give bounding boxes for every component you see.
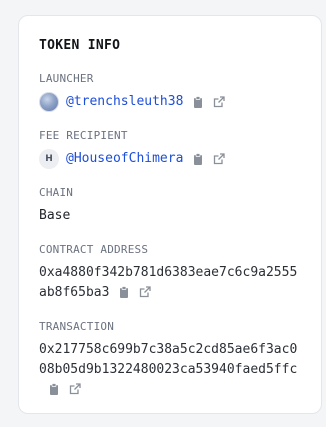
fee-recipient-section: FEE RECIPIENT H @HouseofChimera [39,129,301,169]
fee-recipient-label: FEE RECIPIENT [39,129,128,142]
fee-recipient-row: H @HouseofChimera [39,149,301,169]
launcher-section: LAUNCHER @trenchsleuth38 [39,72,301,112]
external-link-icon[interactable] [139,286,152,298]
fee-recipient-avatar: H [39,149,59,169]
contract-address-label: CONTRACT ADDRESS [39,243,149,256]
contract-address-value: 0xa4880f342b781d6383eae7c6c9a2555ab8f65b… [39,265,298,300]
clipboard-icon[interactable] [192,153,204,165]
token-info-card: TOKEN INFO LAUNCHER @trenchsleuth38 FEE … [18,15,322,414]
external-link-icon[interactable] [213,153,226,165]
launcher-label: LAUNCHER [39,72,94,85]
chain-value: Base [39,208,71,223]
launcher-handle-link[interactable]: @trenchsleuth38 [66,92,183,112]
transaction-section: TRANSACTION 0x217758c699b7c38a5c2cd85ae6… [39,320,301,400]
chain-label: CHAIN [39,186,74,199]
launcher-row: @trenchsleuth38 [39,92,301,112]
launcher-avatar [39,92,59,112]
external-link-icon[interactable] [69,383,81,395]
clipboard-icon[interactable] [192,96,204,108]
clipboard-icon[interactable] [118,286,130,298]
chain-section: CHAIN Base [39,186,301,226]
contract-address-block: 0xa4880f342b781d6383eae7c6c9a2555ab8f65b… [39,263,305,303]
fee-recipient-handle-link[interactable]: @HouseofChimera [66,149,183,169]
transaction-hash-value: 0x217758c699b7c38a5c2cd85ae6f3ac008b05d9… [39,342,298,377]
external-link-icon[interactable] [213,96,226,108]
contract-address-section: CONTRACT ADDRESS 0xa4880f342b781d6383eae… [39,243,301,303]
transaction-block: 0x217758c699b7c38a5c2cd85ae6f3ac008b05d9… [39,340,305,400]
clipboard-icon[interactable] [48,383,60,395]
card-title: TOKEN INFO [39,38,121,53]
transaction-label: TRANSACTION [39,320,115,333]
